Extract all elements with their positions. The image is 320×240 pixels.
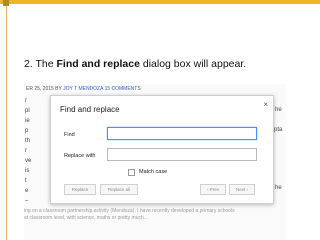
replace-input[interactable] <box>107 148 257 161</box>
caption-suffix: dialog box will appear. <box>139 58 247 70</box>
match-case-checkbox[interactable] <box>128 169 135 176</box>
left-fragment: t <box>25 178 27 184</box>
left-fragment: r <box>25 98 27 104</box>
post-meta: ER 25, 2015 BY JOY T MENDOZA 15 COMMENTS <box>26 86 141 92</box>
post-comments: 15 COMMENTS <box>104 86 141 92</box>
close-icon[interactable]: × <box>263 100 268 109</box>
right-fragment: he <box>275 185 282 191</box>
find-replace-dialog: Find and replace × Find Replace with Mat… <box>50 95 274 204</box>
document-body-text: ing on a classroom partnership activity … <box>24 208 286 222</box>
right-fragment: pta <box>274 127 283 133</box>
body-line: at classroom level, with science, maths … <box>24 215 148 221</box>
top-accent-bar <box>0 0 320 4</box>
replace-label: Replace with <box>64 153 96 159</box>
left-fragment: e <box>25 188 29 194</box>
match-case-label: Match case <box>139 169 168 175</box>
left-rule <box>6 6 7 240</box>
right-fragment: he <box>275 107 282 113</box>
left-fragment: r <box>25 148 27 154</box>
post-date: ER 25, 2015 BY <box>26 86 64 92</box>
find-input[interactable] <box>107 127 257 140</box>
replace-button[interactable]: Replace <box>64 184 96 195</box>
left-fragment: is <box>25 168 30 174</box>
left-fragment: pl <box>25 108 30 114</box>
caption-prefix: 2. The <box>24 58 57 70</box>
slide-caption: 2. The Find and replace dialog box will … <box>24 58 246 70</box>
replace-all-button[interactable]: Replace all <box>100 184 138 195</box>
body-line: ing on a classroom partnership activity … <box>24 208 235 214</box>
prev-button[interactable]: ‹ Prev <box>200 184 226 195</box>
left-fragment: th <box>25 138 31 144</box>
left-fragment: p <box>25 128 29 134</box>
post-author: JOY T MENDOZA <box>63 86 104 92</box>
left-fragment: – <box>25 198 29 204</box>
dialog-title: Find and replace <box>60 105 120 114</box>
caption-bold: Find and replace <box>56 58 140 70</box>
left-fragment: ve <box>25 158 32 164</box>
find-label: Find <box>64 132 75 138</box>
next-button[interactable]: Next › <box>229 184 255 195</box>
left-fragment: ie <box>25 118 30 124</box>
